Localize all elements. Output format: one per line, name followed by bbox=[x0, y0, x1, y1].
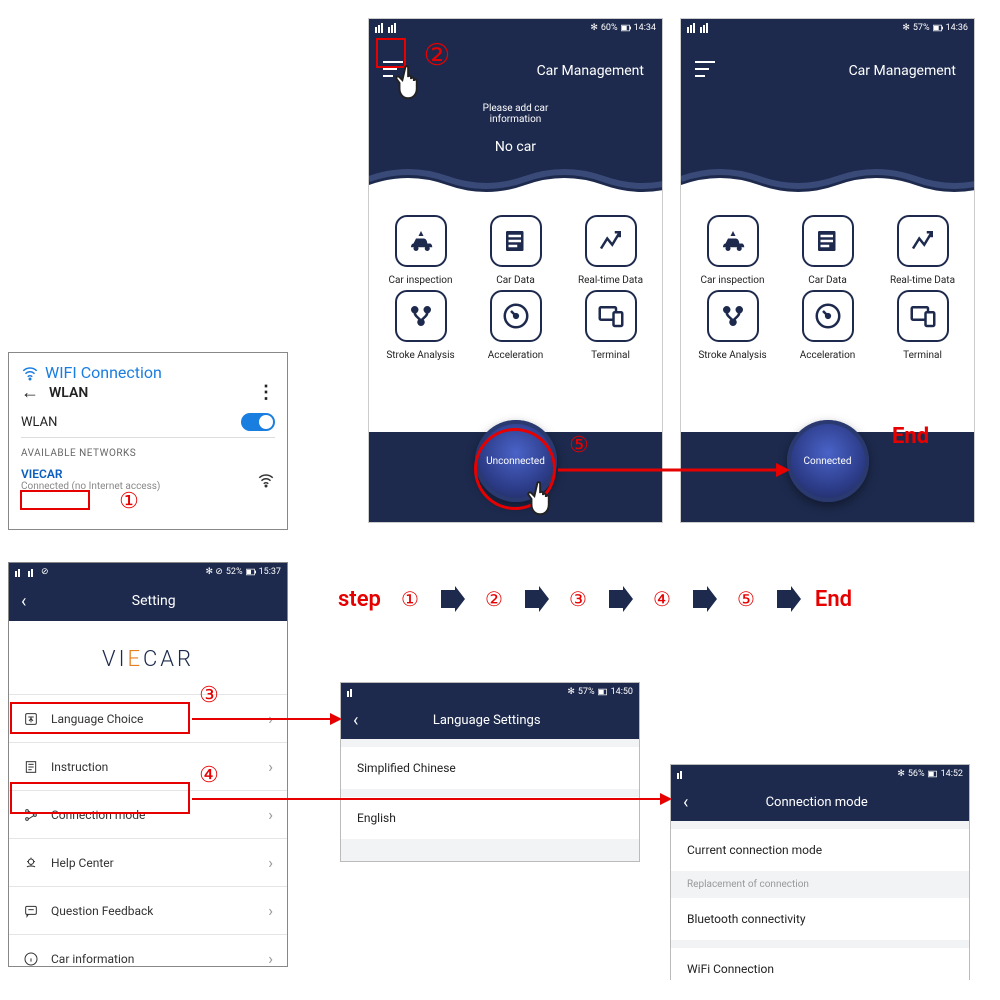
help-center-row[interactable]: Help Center› bbox=[9, 838, 287, 886]
car-inspection-button[interactable]: Car inspection bbox=[373, 215, 468, 286]
acceleration-button[interactable]: Acceleration bbox=[780, 290, 875, 361]
annotation-box-3 bbox=[10, 702, 190, 734]
back-icon[interactable]: ‹ bbox=[21, 591, 26, 612]
clock: 14:36 bbox=[946, 23, 968, 33]
terminal-button[interactable]: Terminal bbox=[875, 290, 970, 361]
status-bar: ✻56%14:52 bbox=[671, 765, 969, 783]
network-name: VIECAR bbox=[21, 467, 160, 481]
battery-pct: 60% bbox=[601, 23, 618, 33]
step-badge-5: ⑤ bbox=[566, 432, 592, 458]
feature-grid: Car inspection Car Data Real-time Data S… bbox=[681, 197, 974, 369]
status-bar: ✻ 57% 14:36 bbox=[681, 19, 974, 37]
arrow-lang bbox=[192, 712, 342, 726]
feature-grid: Car inspection Car Data Real-time Data S… bbox=[369, 197, 662, 369]
status-bar: ⊘ ✻ ⊘ 52% 15:37 bbox=[9, 563, 287, 581]
current-connection-row[interactable]: Current connection mode bbox=[671, 829, 969, 871]
status-bar: ✻57%14:50 bbox=[341, 683, 639, 701]
more-icon[interactable]: ⋮ bbox=[257, 382, 275, 403]
step-flow: step ① ② ③ ④ ⑤ End bbox=[338, 584, 852, 614]
settings-screen: ⊘ ✻ ⊘ 52% 15:37 ‹ Setting VIECAR Languag… bbox=[8, 562, 288, 967]
wifi-title: WIFI Connection bbox=[45, 363, 162, 382]
settings-title: Setting bbox=[32, 593, 275, 609]
brand-logo: VIECAR bbox=[9, 621, 287, 694]
step-badge-4: ④ bbox=[196, 762, 222, 788]
hand-icon bbox=[520, 474, 566, 523]
arrow-conn bbox=[192, 792, 672, 806]
network-row[interactable]: VIECAR Connected (no Internet access) bbox=[21, 459, 275, 492]
page-title: Car Management bbox=[537, 63, 644, 79]
question-feedback-row[interactable]: Question Feedback› bbox=[9, 886, 287, 934]
replacement-subhead: Replacement of connection bbox=[671, 871, 969, 890]
wifi-signal-icon bbox=[257, 471, 275, 489]
status-bar: ✻ 60% 14:34 bbox=[369, 19, 662, 37]
lang-option-simplified-chinese[interactable]: Simplified Chinese bbox=[341, 747, 639, 789]
wifi-icon bbox=[21, 364, 39, 382]
car-information-row[interactable]: Car information› bbox=[9, 934, 287, 967]
acceleration-button[interactable]: Acceleration bbox=[468, 290, 563, 361]
wifi-connection-row[interactable]: WiFi Connection bbox=[671, 948, 969, 990]
hand-icon bbox=[388, 58, 434, 107]
lang-title: Language Settings bbox=[346, 713, 627, 728]
connect-button[interactable]: Connected bbox=[787, 420, 869, 502]
battery-pct: 57% bbox=[913, 23, 930, 33]
stroke-analysis-button[interactable]: Stroke Analysis bbox=[685, 290, 780, 361]
car-inspection-button[interactable]: Car inspection bbox=[685, 215, 780, 286]
annotation-box-4 bbox=[10, 782, 190, 814]
clock: 14:34 bbox=[634, 23, 656, 33]
wlan-toggle[interactable] bbox=[241, 413, 275, 431]
no-car-label: No car bbox=[369, 139, 662, 155]
realtime-data-button[interactable]: Real-time Data bbox=[875, 215, 970, 286]
terminal-button[interactable]: Terminal bbox=[563, 290, 658, 361]
end-label: End bbox=[892, 424, 929, 449]
step-label: step bbox=[338, 587, 381, 612]
back-icon[interactable]: ← bbox=[21, 382, 39, 403]
step-badge-3: ③ bbox=[196, 682, 222, 708]
arrow-connect bbox=[558, 460, 790, 480]
stroke-analysis-button[interactable]: Stroke Analysis bbox=[373, 290, 468, 361]
realtime-data-button[interactable]: Real-time Data bbox=[563, 215, 658, 286]
menu-icon[interactable] bbox=[695, 61, 715, 77]
bluetooth-row[interactable]: Bluetooth connectivity bbox=[671, 898, 969, 940]
available-networks-header: AVAILABLE NETWORKS bbox=[21, 437, 275, 459]
car-data-button[interactable]: Car Data bbox=[780, 215, 875, 286]
wlan-toggle-label: WLAN bbox=[21, 415, 57, 430]
car-data-button[interactable]: Car Data bbox=[468, 215, 563, 286]
battery-pct: 52% bbox=[226, 567, 243, 577]
annotation-box-1 bbox=[20, 490, 90, 510]
clock: 15:37 bbox=[259, 567, 281, 577]
wlan-heading: WLAN bbox=[49, 385, 88, 401]
page-title: Car Management bbox=[849, 63, 956, 79]
step-badge-1: ① bbox=[116, 488, 142, 514]
conn-title: Connection mode bbox=[676, 795, 957, 810]
